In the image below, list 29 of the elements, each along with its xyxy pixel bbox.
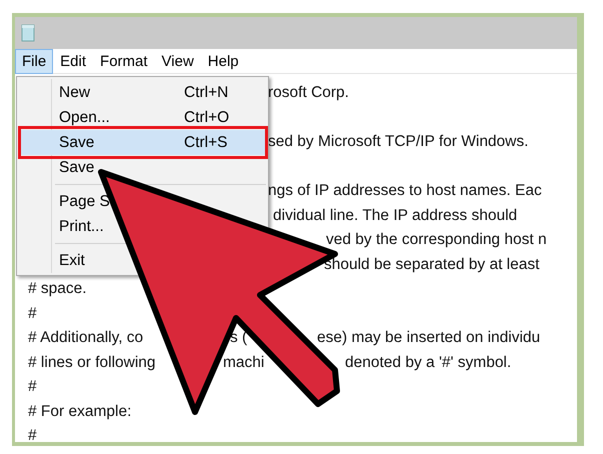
text-line: # space.: [28, 279, 87, 299]
text-line: rosoft Corp.: [268, 83, 349, 103]
text-line: denoted by a '#' symbol.: [345, 352, 512, 372]
text-line: #: [28, 304, 37, 324]
text-line: #: [28, 426, 37, 442]
menu-item[interactable]: File: [15, 48, 54, 74]
menu-option[interactable]: Print...: [19, 214, 104, 239]
menu-item[interactable]: Edit: [53, 48, 94, 74]
menu-item[interactable]: Help: [200, 48, 246, 74]
text-line: #: [28, 377, 37, 397]
menu-option[interactable]: Page S: [19, 189, 110, 214]
menu-option[interactable]: New Ctrl+N: [19, 80, 266, 105]
text-line: # For example:: [28, 402, 132, 422]
text-line: # Additionally, co: [28, 328, 144, 348]
menu-item[interactable]: View: [154, 48, 201, 74]
text-line: dividual line. The IP address should: [273, 206, 518, 226]
menu-item[interactable]: Format: [93, 48, 155, 74]
text-line: should be separated by at least: [324, 254, 540, 274]
notepad-icon: [21, 24, 35, 42]
text-line: ngs of IP addresses to host names. Eac: [268, 181, 542, 201]
text-line: sed by Microsoft TCP/IP for Windows.: [268, 132, 528, 152]
menu-option[interactable]: Exit: [19, 248, 85, 273]
text-line: machi: [223, 352, 264, 372]
menu-option[interactable]: Save Ctrl+S: [19, 130, 266, 155]
text-line: ese) may be inserted on individu: [317, 328, 540, 348]
text-line: # lines or following: [28, 352, 156, 372]
menu-option[interactable]: Open... Ctrl+O: [19, 105, 266, 130]
text-line: ved by the corresponding host n: [326, 230, 547, 250]
menu-option[interactable]: Save: [19, 155, 94, 180]
